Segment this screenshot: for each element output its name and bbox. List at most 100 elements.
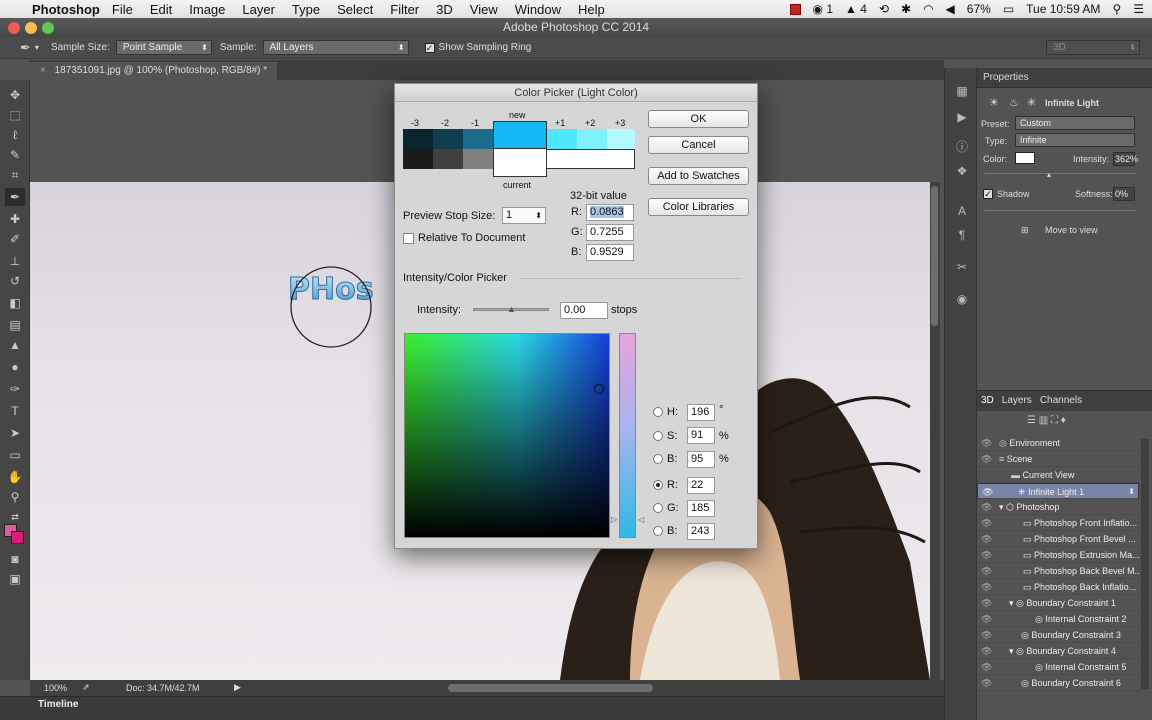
layer-row[interactable]: 👁 ◎ Internal Constraint 2 [977,611,1139,627]
stamp-tool-icon[interactable]: ⊥ [5,252,25,270]
properties-tab[interactable]: Properties [977,68,1152,88]
cancel-button[interactable]: Cancel [648,136,749,154]
tab-3d[interactable]: 3D [981,391,994,411]
screen-mode-icon[interactable]: ▣ [5,570,25,588]
layer-row-selected[interactable]: 👁 ✳ Infinite Light 1 [977,483,1139,499]
info-panel-icon[interactable]: ⓘ [953,138,971,154]
preview-stop-swatch[interactable] [403,149,433,169]
vertical-scroll-thumb[interactable] [931,186,938,326]
zoom-tool-icon[interactable]: ⚲ [5,488,25,506]
minimize-window-icon[interactable] [25,22,37,34]
menu-filter[interactable]: Filter [390,2,419,17]
layer-row[interactable]: 👁 ◎ Environment [977,435,1139,451]
add-to-swatches-button[interactable]: Add to Swatches [648,167,749,185]
saturation-radio[interactable] [653,431,663,441]
current-color-swatch[interactable] [493,149,547,177]
workspace-select[interactable]: 3D [1046,40,1140,55]
move-to-view-button[interactable]: Move to view [1045,225,1098,235]
gg-input[interactable]: 185 [687,500,715,517]
menu-help[interactable]: Help [578,2,605,17]
type-tool-icon[interactable]: T [5,402,25,420]
light-color-swatch[interactable] [1015,152,1035,164]
zoom-level[interactable]: 100% [44,683,67,693]
layer-row[interactable]: 👁 ▭ Photoshop Front Bevel ... [977,531,1139,547]
layer-row[interactable]: 👁 ▭ Photoshop Back Bevel M... [977,563,1139,579]
preview-stop-swatch[interactable] [607,129,635,149]
eyedropper-icon[interactable]: ✒ [20,40,31,56]
quick-mask-icon[interactable]: ◙ [5,550,25,568]
styles-panel-icon[interactable]: ❖ [953,164,971,180]
tool-presets-icon[interactable]: ✂ [953,260,971,276]
close-window-icon[interactable] [8,22,20,34]
s-input[interactable]: 91 [687,427,715,444]
eraser-tool-icon[interactable]: ◧ [5,294,25,312]
intensity-input[interactable]: 0.00 [560,302,608,319]
color-field[interactable] [404,333,610,538]
move-tool-icon[interactable]: ✥ [5,86,25,104]
wifi-icon[interactable]: ◠ [923,2,933,16]
layer-row[interactable]: 👁 ▭ Photoshop Back Inflatio... [977,579,1139,595]
layer-row[interactable]: 👁 ◎ Boundary Constraint 3 [977,627,1139,643]
menu-type[interactable]: Type [292,2,320,17]
menu-edit[interactable]: Edit [150,2,172,17]
hand-tool-icon[interactable]: ✋ [5,468,25,486]
history-panel-icon[interactable]: ▦ [953,84,971,100]
brush-tool-icon[interactable]: ✐ [5,230,25,248]
blue-radio[interactable] [653,526,663,536]
status-item-2[interactable]: ▲ 4 [845,2,867,16]
sample-select[interactable]: All Layers [262,40,409,55]
clock[interactable]: Tue 10:59 AM [1026,2,1100,16]
layer-row[interactable]: 👁 ▾ ◎ Boundary Constraint 4 [977,643,1139,659]
r-float-input[interactable]: 0.0863 [586,204,634,221]
g-float-input[interactable]: 0.7255 [586,224,634,241]
intensity-slider[interactable] [985,173,1137,174]
character-panel-icon[interactable]: A [953,204,971,220]
preset-select[interactable]: Custom [1015,116,1135,130]
tool-preset-chevron-icon[interactable]: ▾ [35,43,39,52]
paragraph-panel-icon[interactable]: ¶ [953,228,971,244]
layer-row[interactable]: 👁 ≡ Scene [977,451,1139,467]
hue-slider[interactable] [619,333,636,538]
hue-slider-left-arrow-icon[interactable]: ▷ [611,515,617,524]
brightness-radio[interactable] [653,454,663,464]
green-radio[interactable] [653,503,663,513]
3d-text-object[interactable]: PHos [288,272,375,308]
timemachine-icon[interactable]: ⟲ [879,2,889,16]
timeline-tab[interactable]: Timeline [38,699,78,710]
layer-row[interactable]: 👁 ◎ Boundary Constraint 6 [977,675,1139,691]
3d-materials-icon[interactable]: ◉ [953,292,971,308]
hue-radio[interactable] [653,407,663,417]
tab-layers[interactable]: Layers [1002,391,1032,411]
lasso-tool-icon[interactable]: ℓ [5,126,25,144]
document-tab[interactable]: × 187351091.jpg @ 100% (Photoshop, RGB/8… [30,62,278,80]
hue-slider-right-arrow-icon[interactable]: ◁ [638,515,644,524]
menu-image[interactable]: Image [189,2,225,17]
ok-button[interactable]: OK [648,110,749,128]
menu-file[interactable]: File [112,2,133,17]
menu-view[interactable]: View [470,2,498,17]
preview-stop-swatch[interactable] [433,149,463,169]
blur-tool-icon[interactable]: ▲ [5,336,25,354]
color-field-marker[interactable] [594,384,604,394]
preview-stop-swatch[interactable] [463,129,493,149]
intensity-slider-thumb-icon[interactable]: ▴ [1047,170,1051,179]
battery-indicator[interactable]: 67% [967,2,991,16]
menu-3d[interactable]: 3D [436,2,453,17]
layer-row[interactable]: 👁 ◎ Internal Constraint 5 [977,659,1139,675]
preview-stop-swatch[interactable] [577,129,607,149]
preview-stop-swatch[interactable] [433,129,463,149]
layer-row[interactable]: 👁 ▭ Photoshop Front Inflatio... [977,515,1139,531]
close-tab-icon[interactable]: × [40,65,46,76]
shadow-checkbox[interactable]: ✓ [983,189,993,199]
type-select[interactable]: Infinite [1015,133,1135,147]
background-color-swatch[interactable] [11,531,24,544]
layer-row[interactable]: 👁 ▾ ◎ Boundary Constraint 1 [977,595,1139,611]
preview-stop-swatch[interactable] [547,149,635,169]
eyedropper-tool-icon[interactable]: ✒ [5,188,25,206]
sampling-ring-checkbox[interactable]: ✓ [424,42,435,53]
3d-filter-icons[interactable]: ☰ ▥ ⛶ ♦ [1027,415,1066,426]
preview-stop-swatch[interactable] [403,129,433,149]
zoom-window-icon[interactable] [42,22,54,34]
pen-tool-icon[interactable]: ✑ [5,380,25,398]
app-menu[interactable]: Photoshop [32,2,100,17]
